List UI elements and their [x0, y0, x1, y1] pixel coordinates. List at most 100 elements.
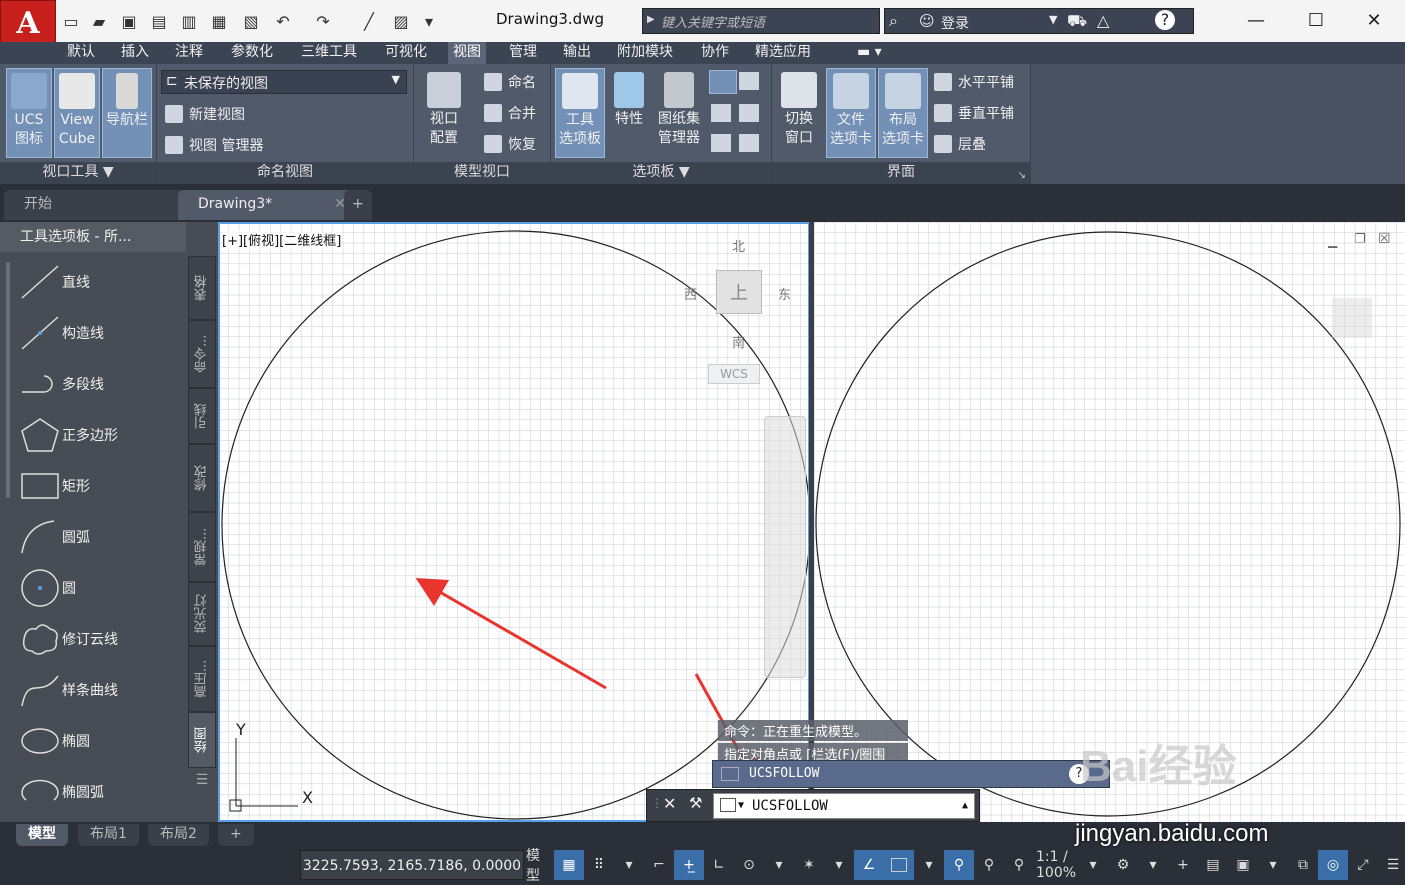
palette-item-spline[interactable]: 样条曲线 [18, 670, 188, 710]
login-dropdown-icon[interactable]: ▼ [1049, 13, 1057, 26]
login-button[interactable]: 登录 [941, 13, 969, 33]
palette-overflow-icon[interactable]: ☰ [190, 772, 214, 792]
markup-icon[interactable] [711, 104, 731, 122]
palette-item-ellipse[interactable]: 椭圆 [18, 721, 188, 761]
palette-item-elliptical-arc[interactable]: 椭圆弧 [18, 772, 188, 812]
grip-handle-icon[interactable]: ⋮ [651, 796, 663, 810]
minimize-button[interactable]: — [1232, 6, 1280, 34]
export-icon[interactable]: ▦ [208, 10, 230, 32]
viewcube-west[interactable]: 西 [684, 284, 697, 303]
ortho-toggle[interactable]: ∟ [704, 850, 734, 880]
layout-tabs-button[interactable]: 布局 选项卡 [878, 68, 928, 158]
viewport-minimize-icon[interactable]: ▁ [1328, 234, 1337, 248]
viewcube-faded[interactable] [1332, 298, 1372, 338]
viewport-tools-title[interactable]: 视口工具 ▼ [0, 162, 156, 184]
palette-tab-fluorescent[interactable]: 荧光灯 [188, 582, 216, 646]
plot-icon[interactable]: ▧ [240, 10, 262, 32]
tab-insert[interactable]: 插入 [116, 42, 154, 64]
viewcube-top-face[interactable]: 上 [716, 270, 762, 314]
snap-toggle[interactable]: ⠿ [584, 850, 614, 880]
navigation-bar[interactable] [764, 416, 806, 678]
layout-tab-model[interactable]: 模型 [16, 824, 68, 846]
design-center-icon[interactable] [739, 72, 759, 90]
palette-tab-draw[interactable]: 绘图 [188, 712, 216, 768]
palette-item-circle[interactable]: 圆 [18, 568, 188, 608]
isodraft-dropdown-icon[interactable]: ▾ [824, 850, 854, 880]
calculator-icon[interactable] [739, 104, 759, 122]
hardware-acceleration-icon[interactable]: ◎ [1318, 850, 1349, 880]
sheet-set-manager-button[interactable]: 图纸集 管理器 [653, 68, 705, 158]
new-file-icon[interactable]: ▭ [60, 10, 82, 32]
customize-wrench-icon[interactable]: ⚒ [689, 794, 702, 812]
recent-commands-icon[interactable]: ▼ [738, 794, 744, 818]
wcs-menu[interactable]: WCS [708, 364, 760, 384]
tab-addins[interactable]: 附加模块 [612, 42, 678, 64]
viewport-controls-label[interactable]: [+][俯视][二维线框] [222, 230, 342, 249]
tile-vertical-button[interactable]: 垂直平铺 [934, 103, 1014, 123]
workspace-gear-icon[interactable]: ⚙ [1108, 850, 1138, 880]
palette-tab-modify[interactable]: 修改 [188, 444, 216, 512]
autocomplete-suggestion[interactable]: UCSFOLLOW ? [712, 760, 1110, 788]
units-icon[interactable]: ▤ [1198, 850, 1228, 880]
ribbon-display-toggle[interactable]: ▬ ▾ [852, 42, 887, 64]
object-snap-tracking-toggle[interactable]: ∠ [854, 850, 884, 880]
palette-item-arc[interactable]: 圆弧 [18, 517, 188, 557]
workspace-icon[interactable]: ▨ [390, 10, 412, 32]
import-icon[interactable]: ▥ [178, 10, 200, 32]
new-tab-button[interactable]: + [344, 190, 372, 220]
coordinates-display[interactable]: 3225.7593, 2165.7186, 0.0000 [300, 850, 524, 880]
clipboard-icon[interactable] [739, 134, 759, 152]
annotation-scale-icon[interactable]: ⚲ [1004, 850, 1034, 880]
infer-constraints-toggle[interactable]: ⌐ [644, 850, 674, 880]
close-button[interactable]: ✕ [1350, 6, 1398, 34]
layout-tab-layout1[interactable]: 布局1 [78, 824, 139, 846]
customize-dropdown-icon[interactable]: ▾ [418, 10, 440, 32]
cascade-button[interactable]: 层叠 [934, 134, 986, 154]
panel-launcher-icon[interactable]: ↘ [1018, 170, 1026, 181]
new-layout-button[interactable]: + [218, 824, 254, 846]
file-tab-start[interactable]: 开始 [4, 190, 194, 220]
binoculars-icon[interactable]: ⌕ [889, 11, 898, 31]
quick-properties-dropdown-icon[interactable]: ▾ [1258, 850, 1288, 880]
palette-item-polyline[interactable]: 多段线 [18, 364, 188, 404]
model-space-button[interactable]: 模型 [524, 848, 554, 884]
save-as-icon[interactable]: ▤ [148, 10, 170, 32]
palette-item-polygon[interactable]: 正多边形 [18, 415, 188, 455]
file-tabs-button[interactable]: 文件 选项卡 [826, 68, 876, 158]
auto-scale-toggle[interactable]: ⚲ [974, 850, 1004, 880]
ucs-icon-button[interactable]: UCS 图标 [6, 68, 52, 158]
match-properties-icon[interactable]: ╱ [358, 10, 380, 32]
palette-item-revcloud[interactable]: 修订云线 [18, 619, 188, 659]
navbar-button[interactable]: 导航栏 [102, 68, 152, 158]
quick-properties-icon[interactable]: ▣ [1228, 850, 1258, 880]
properties-button[interactable]: 特性 [609, 68, 649, 158]
tab-annotate[interactable]: 注释 [170, 42, 208, 64]
palette-tab-table[interactable]: 表格 [188, 256, 216, 320]
undo-icon[interactable]: ↶ [272, 10, 294, 32]
tab-3d-tools[interactable]: 三维工具 [296, 42, 362, 64]
command-input[interactable]: ▼ UCSFOLLOW ▲ [713, 793, 975, 819]
cart-icon[interactable]: ⛟ [1067, 11, 1087, 32]
palette-tab-high-pressure[interactable]: 高压... [188, 646, 216, 712]
tab-featured-apps[interactable]: 精选应用 [750, 42, 816, 64]
polar-dropdown-icon[interactable]: ▾ [764, 850, 794, 880]
dynamic-input-toggle[interactable]: +̲ [674, 850, 704, 880]
tile-horizontal-button[interactable]: 水平平铺 [934, 72, 1014, 92]
palette-item-xline[interactable]: 构造线 [18, 313, 188, 353]
named-view-combo[interactable]: ⊏ 未保存的视图 ▼ [161, 70, 407, 94]
viewport-restore-icon[interactable]: ❐ [1354, 232, 1366, 247]
customization-menu-icon[interactable]: ☰ [1378, 850, 1405, 880]
tab-parametric[interactable]: 参数化 [226, 42, 278, 64]
viewcube-north[interactable]: 北 [732, 236, 745, 255]
application-menu-button[interactable]: A [0, 0, 56, 46]
search-input[interactable]: ▶ 键入关键字或短语 [642, 8, 880, 34]
tab-view[interactable]: 视图 [448, 42, 486, 64]
palette-scrollbar[interactable] [6, 262, 10, 498]
isodraft-toggle[interactable]: ✶ [794, 850, 824, 880]
palette-item-line[interactable]: 直线 [18, 262, 188, 302]
open-file-icon[interactable]: ▰ [88, 10, 110, 32]
layout-tab-layout2[interactable]: 布局2 [148, 824, 209, 846]
object-snap-toggle[interactable] [884, 850, 914, 880]
palette-item-rectangle[interactable]: 矩形 [18, 466, 188, 506]
annotation-visibility-toggle[interactable]: ⚲ [944, 850, 974, 880]
